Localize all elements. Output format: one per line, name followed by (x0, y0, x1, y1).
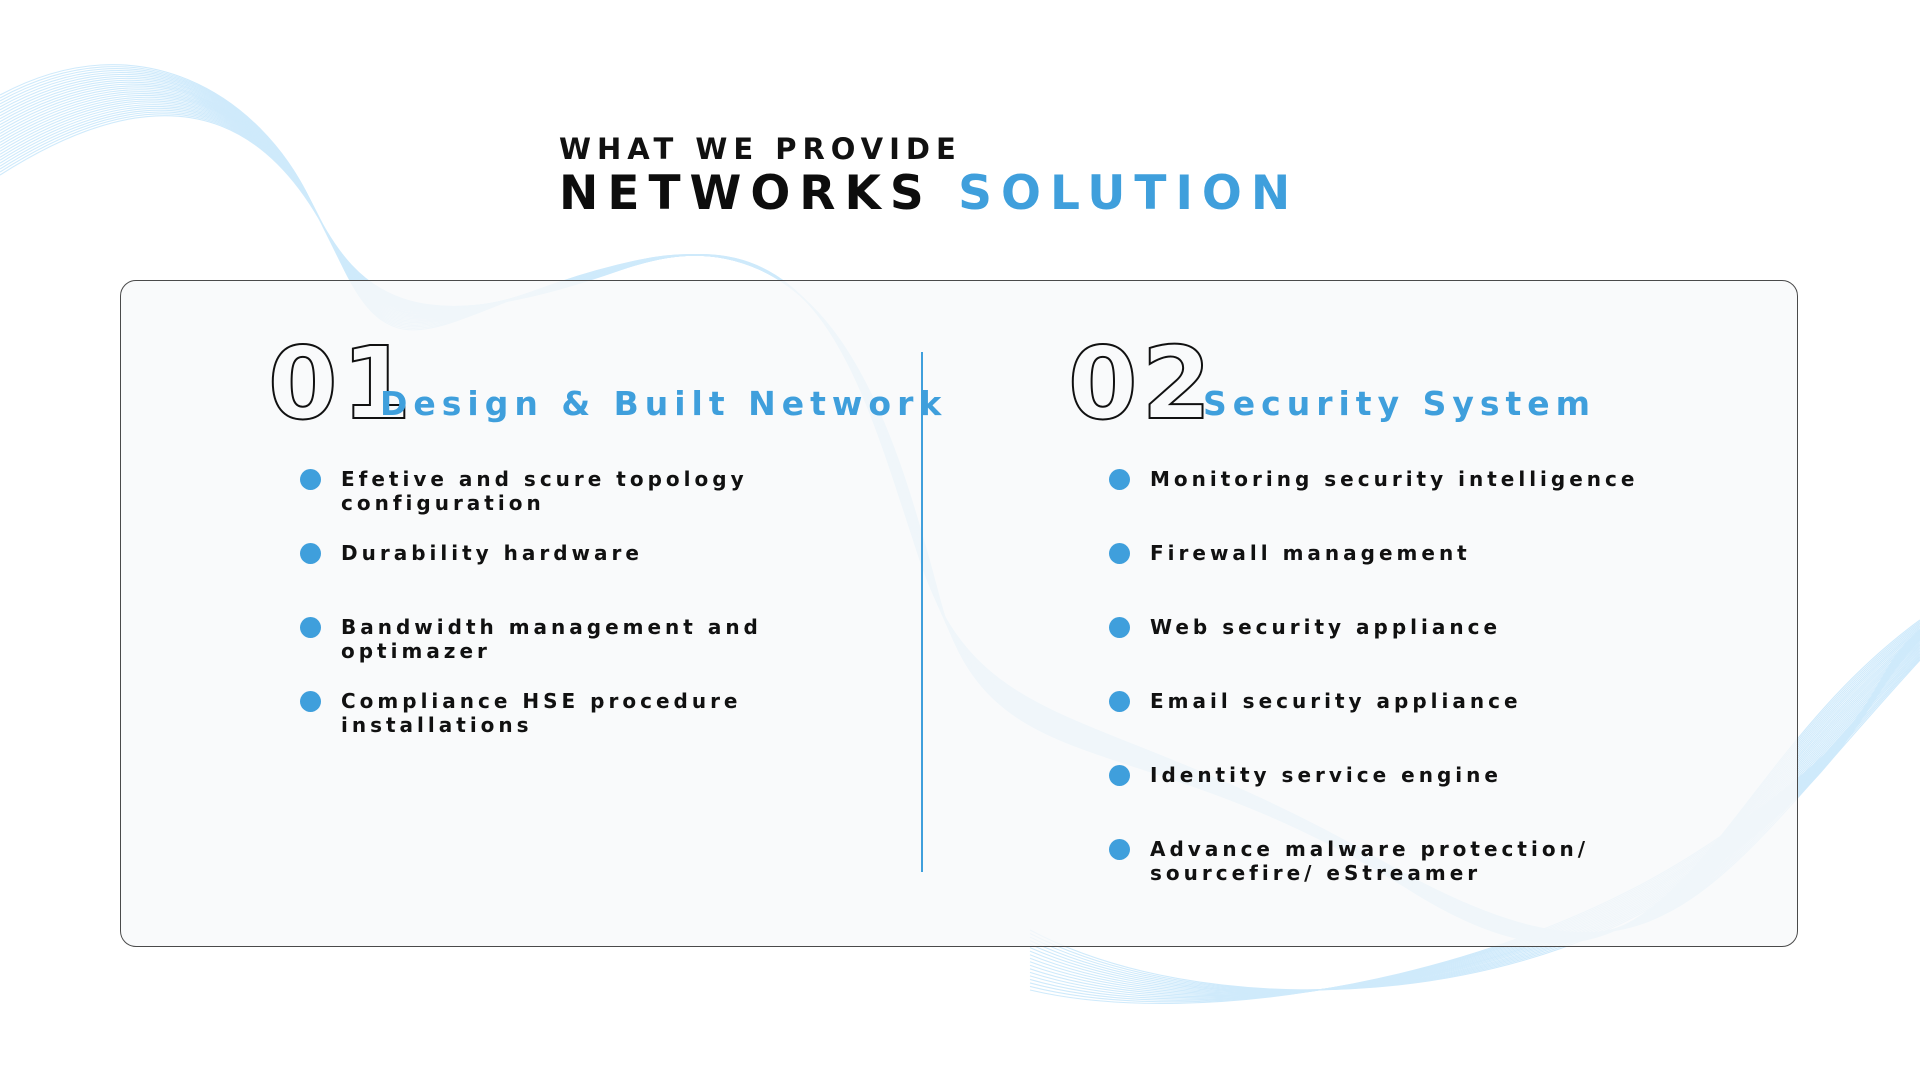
bullet-dot (1109, 839, 1130, 860)
column-1-heading: Design & Built Network (380, 384, 948, 423)
list-item-text: Email security appliance (1150, 689, 1522, 713)
list-item: Durability hardware (300, 541, 643, 565)
list-item: Efetive and scure topology configuration (300, 467, 748, 515)
list-item: Advance malware protection/ sourcefire/ … (1109, 837, 1589, 885)
title-accent: SOLUTION (958, 166, 1300, 221)
list-item-text: Compliance HSE procedure installations (341, 689, 742, 737)
bullet-dot (300, 543, 321, 564)
list-item-text: Web security appliance (1150, 615, 1502, 639)
list-item: Bandwidth management and optimazer (300, 615, 762, 663)
bullet-dot (1109, 543, 1130, 564)
bullet-dot (1109, 469, 1130, 490)
bullet-dot (1109, 765, 1130, 786)
list-item-text: Advance malware protection/ sourcefire/ … (1150, 837, 1590, 885)
list-item-text: Firewall management (1150, 541, 1471, 565)
list-item: Identity service engine (1109, 763, 1502, 787)
list-item: Email security appliance (1109, 689, 1522, 713)
eyebrow-label: WHAT WE PROVIDE (559, 132, 962, 166)
slide: WHAT WE PROVIDE NETWORKS SOLUTION 01 Des… (0, 0, 1920, 1080)
list-item-text: Efetive and scure topology configuration (341, 467, 748, 515)
column-divider (921, 352, 923, 872)
list-item-text: Monitoring security intelligence (1150, 467, 1639, 491)
bullet-dot (300, 617, 321, 638)
bullet-dot (300, 469, 321, 490)
header: WHAT WE PROVIDE NETWORKS SOLUTION (559, 132, 1299, 222)
column-2-heading: Security System (1203, 384, 1597, 423)
list-item-text: Bandwidth management and optimazer (341, 615, 762, 663)
list-item: Firewall management (1109, 541, 1471, 565)
list-item-text: Durability hardware (341, 541, 643, 565)
page-title: NETWORKS SOLUTION (559, 166, 1299, 222)
bullet-dot (1109, 617, 1130, 638)
list-item: Monitoring security intelligence (1109, 467, 1638, 491)
column-2-number: 02 (1067, 325, 1216, 442)
bullet-dot (300, 691, 321, 712)
list-item: Web security appliance (1109, 615, 1501, 639)
title-main: NETWORKS (559, 166, 933, 221)
list-item-text: Identity service engine (1150, 763, 1502, 787)
list-item: Compliance HSE procedure installations (300, 689, 742, 737)
bullet-dot (1109, 691, 1130, 712)
